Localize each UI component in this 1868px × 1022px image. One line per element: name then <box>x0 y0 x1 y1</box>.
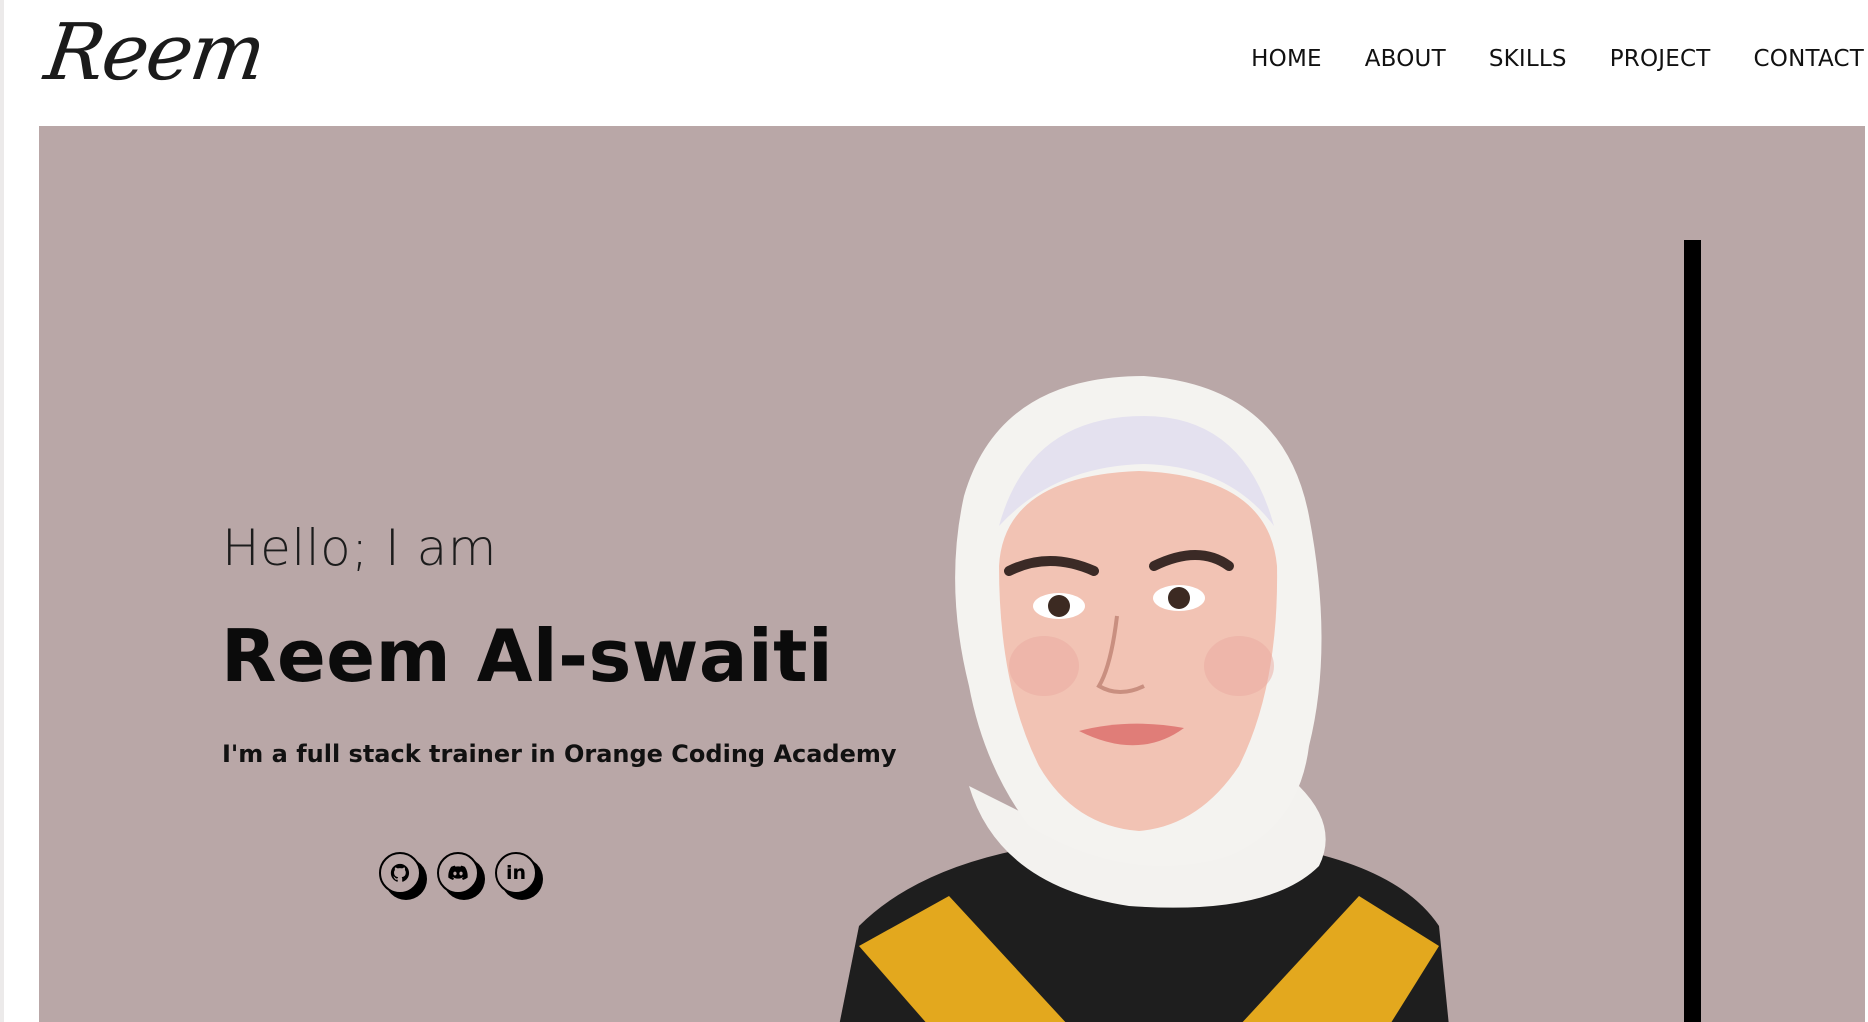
nav-skills[interactable]: SKILLS <box>1489 46 1567 72</box>
profile-photo <box>839 376 1449 1022</box>
linkedin-icon: in <box>505 862 527 884</box>
hero-greeting: Hello; I am <box>222 519 497 577</box>
accent-line <box>1684 240 1701 1022</box>
github-link[interactable] <box>379 852 427 900</box>
nav-home[interactable]: HOME <box>1251 46 1322 72</box>
github-link-face <box>379 852 421 894</box>
nav-project[interactable]: PROJECT <box>1610 46 1711 72</box>
site-header: Reem HOME ABOUT SKILLS PROJECT CONTACT <box>4 0 1868 125</box>
github-icon <box>390 863 410 882</box>
social-links: in <box>379 852 553 900</box>
discord-link-face <box>437 852 479 894</box>
browser-window: Reem HOME ABOUT SKILLS PROJECT CONTACT H… <box>0 0 1868 1022</box>
hero-section: Hello; I am Reem Al-swaiti I'm a full st… <box>39 126 1865 1022</box>
hero-tagline: I'm a full stack trainer in Orange Codin… <box>222 740 897 768</box>
linkedin-link-face: in <box>495 852 537 894</box>
main-nav: HOME ABOUT SKILLS PROJECT CONTACT <box>1208 46 1864 72</box>
site-logo[interactable]: Reem <box>40 8 270 98</box>
nav-about[interactable]: ABOUT <box>1365 46 1446 72</box>
nav-contact[interactable]: CONTACT <box>1754 46 1864 72</box>
linkedin-link[interactable]: in <box>495 852 543 900</box>
discord-link[interactable] <box>437 852 485 900</box>
hero-name: Reem Al-swaiti <box>221 614 834 698</box>
discord-icon <box>448 865 468 880</box>
